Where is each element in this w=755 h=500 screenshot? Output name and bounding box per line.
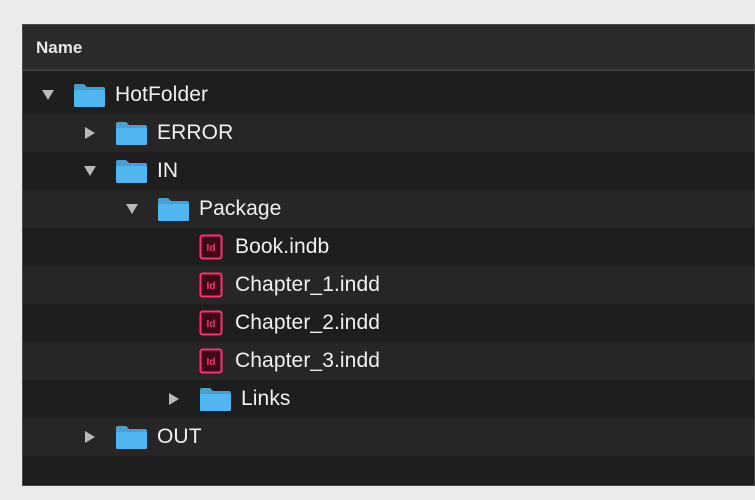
- folder-name: Package: [199, 197, 282, 220]
- tree-row[interactable]: OUT: [23, 418, 754, 456]
- name-column-header[interactable]: Name: [36, 38, 82, 58]
- folder-icon: [115, 120, 148, 146]
- finder-list-window: Name HotFolder ERROR IN Package Id Book.indb I…: [22, 24, 755, 486]
- file-name: Book.indb: [235, 235, 330, 258]
- svg-text:Id: Id: [207, 319, 216, 330]
- folder-icon: [157, 196, 190, 222]
- folder-name: Links: [241, 387, 291, 410]
- file-tree: HotFolder ERROR IN Package Id Book.indb Id Chap…: [23, 76, 754, 456]
- folder-icon: [199, 386, 232, 412]
- tree-row[interactable]: Id Chapter_3.indd: [23, 342, 754, 380]
- file-name: Chapter_3.indd: [235, 349, 381, 372]
- tree-row[interactable]: Id Book.indb: [23, 228, 754, 266]
- column-header[interactable]: Name: [23, 25, 754, 71]
- indesign-file-icon: Id: [199, 310, 223, 336]
- disclosure-collapsed-icon[interactable]: [167, 392, 181, 406]
- disclosure-collapsed-icon[interactable]: [83, 430, 97, 444]
- tree-row[interactable]: Id Chapter_1.indd: [23, 266, 754, 304]
- tree-row[interactable]: Id Chapter_2.indd: [23, 304, 754, 342]
- file-name: Chapter_2.indd: [235, 311, 381, 334]
- folder-name: IN: [157, 159, 179, 182]
- disclosure-collapsed-icon[interactable]: [83, 126, 97, 140]
- tree-row[interactable]: Package: [23, 190, 754, 228]
- tree-row[interactable]: ERROR: [23, 114, 754, 152]
- tree-row[interactable]: HotFolder: [23, 76, 754, 114]
- indesign-file-icon: Id: [199, 348, 223, 374]
- file-name: Chapter_1.indd: [235, 273, 381, 296]
- disclosure-expanded-icon[interactable]: [83, 164, 97, 178]
- tree-row[interactable]: IN: [23, 152, 754, 190]
- folder-name: OUT: [157, 425, 202, 448]
- folder-icon: [115, 424, 148, 450]
- folder-name: HotFolder: [115, 83, 209, 106]
- svg-text:Id: Id: [207, 281, 216, 292]
- folder-name: ERROR: [157, 121, 234, 144]
- disclosure-expanded-icon[interactable]: [41, 88, 55, 102]
- folder-icon: [115, 158, 148, 184]
- indesign-file-icon: Id: [199, 272, 223, 298]
- svg-text:Id: Id: [207, 243, 216, 254]
- disclosure-expanded-icon[interactable]: [125, 202, 139, 216]
- tree-row[interactable]: Links: [23, 380, 754, 418]
- folder-icon: [73, 82, 106, 108]
- svg-text:Id: Id: [207, 357, 216, 368]
- indesign-file-icon: Id: [199, 234, 223, 260]
